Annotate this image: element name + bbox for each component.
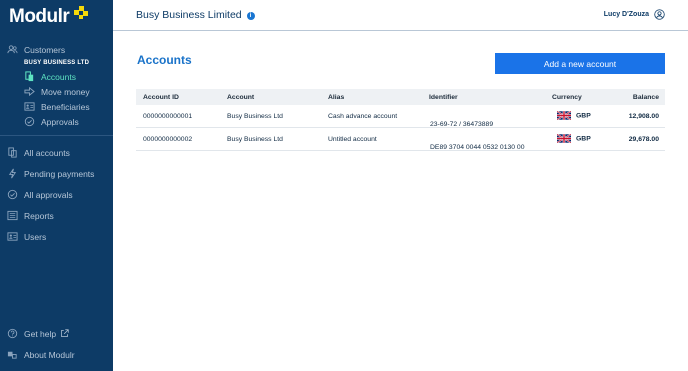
column-header-alias[interactable]: Alias <box>328 94 344 101</box>
sidebar: Modulr Customers BUSY BUSINESS LTD Accou… <box>0 0 113 371</box>
sidebar-bottom: Get help About Modulr <box>0 323 113 371</box>
sidebar-item-label: Accounts <box>41 71 76 82</box>
accounts-icon <box>24 71 35 82</box>
main-content: Busy Business Limited i Lucy D'Zouza Acco… <box>113 0 688 371</box>
sidebar-item-all-approvals[interactable]: All approvals <box>0 184 113 205</box>
sidebar-item-accounts[interactable]: Accounts <box>0 69 113 84</box>
currency-cell: GBP <box>557 111 591 120</box>
table-header: Account ID Account Alias Identifier Curr… <box>136 89 665 105</box>
sidebar-item-label: All approvals <box>24 189 73 200</box>
users-icon <box>7 231 18 242</box>
account-id: 0000000000001 <box>143 113 193 120</box>
sidebar-item-label: Customers <box>24 44 66 55</box>
company-name: Busy Business Limited i <box>136 9 255 21</box>
user-name: Lucy D'Zouza <box>603 11 649 18</box>
company-name-text: Busy Business Limited <box>136 9 242 21</box>
about-icon <box>7 349 18 360</box>
column-header-identifier[interactable]: Identifier <box>429 94 458 101</box>
sidebar-item-label: All accounts <box>24 147 70 158</box>
sidebar-item-label: Beneficiaries <box>41 101 90 112</box>
sidebar-item-users[interactable]: Users <box>0 226 113 247</box>
logo-mark-icon <box>74 6 88 20</box>
column-header-balance[interactable]: Balance <box>633 94 659 101</box>
check-circle-icon <box>7 189 18 200</box>
sidebar-item-reports[interactable]: Reports <box>0 205 113 226</box>
external-link-icon <box>60 329 69 338</box>
account-id: 0000000000002 <box>143 136 193 143</box>
sidebar-item-move-money[interactable]: Move money <box>0 84 113 99</box>
customers-icon <box>7 44 18 55</box>
account-identifier: DE89 3704 0044 0532 0130 00 <box>430 144 525 151</box>
logo-text: Modulr <box>9 5 70 27</box>
lightning-icon <box>7 168 18 179</box>
accounts-icon <box>7 147 18 158</box>
column-header-account[interactable]: Account <box>227 94 254 101</box>
column-header-account-id[interactable]: Account ID <box>143 94 179 101</box>
user-menu[interactable]: Lucy D'Zouza <box>604 9 665 20</box>
account-alias: Cash advance account <box>328 113 398 120</box>
sidebar-item-customers[interactable]: Customers <box>0 42 113 57</box>
sidebar-item-label: Pending payments <box>24 168 95 179</box>
account-balance: 29,678.00 <box>628 136 659 143</box>
sidebar-item-label: Approvals <box>41 116 79 127</box>
account-name: Busy Business Ltd <box>227 136 283 143</box>
beneficiaries-icon <box>24 101 35 112</box>
uk-flag-icon <box>557 134 571 143</box>
account-balance: 12,908.00 <box>628 113 659 120</box>
account-alias: Untitled account <box>328 136 377 143</box>
currency-code: GBP <box>576 112 591 120</box>
sidebar-item-label: About Modulr <box>24 349 75 360</box>
sidebar-item-pending-payments[interactable]: Pending payments <box>0 163 113 184</box>
sidebar-item-all-accounts[interactable]: All accounts <box>0 142 113 163</box>
sidebar-item-get-help[interactable]: Get help <box>0 323 113 344</box>
uk-flag-icon <box>557 111 571 120</box>
account-identifier: 23-69-72 / 36473889 <box>430 121 494 128</box>
sidebar-item-label: Reports <box>24 210 54 221</box>
arrow-right-icon <box>24 86 35 97</box>
top-bar: Busy Business Limited i Lucy D'Zouza <box>113 0 688 31</box>
column-header-currency[interactable]: Currency <box>552 94 582 101</box>
help-icon <box>7 328 18 339</box>
business-name[interactable]: BUSY BUSINESS LTD <box>0 57 113 69</box>
sidebar-item-approvals[interactable]: Approvals <box>0 114 113 129</box>
user-avatar-icon <box>654 9 665 20</box>
modulr-logo[interactable]: Modulr <box>0 0 113 33</box>
check-circle-icon <box>24 116 35 127</box>
account-name: Busy Business Ltd <box>227 113 283 120</box>
sidebar-divider <box>0 135 113 136</box>
reports-icon <box>7 210 18 221</box>
page-title: Accounts <box>137 53 192 67</box>
accounts-table: Account ID Account Alias Identifier Curr… <box>136 89 665 151</box>
currency-cell: GBP <box>557 134 591 143</box>
sidebar-item-label: Get help <box>24 328 57 339</box>
add-account-button[interactable]: Add a new account <box>495 53 665 74</box>
sidebar-item-beneficiaries[interactable]: Beneficiaries <box>0 99 113 114</box>
sidebar-item-label: Users <box>24 231 47 242</box>
table-row[interactable]: 0000000000001 Busy Business Ltd Cash adv… <box>136 105 665 128</box>
sidebar-item-label: Move money <box>41 86 90 97</box>
info-icon[interactable]: i <box>246 12 255 20</box>
currency-code: GBP <box>576 135 591 143</box>
sidebar-item-about-modulr[interactable]: About Modulr <box>0 344 113 365</box>
table-row[interactable]: 0000000000002 Busy Business Ltd Untitled… <box>136 128 665 151</box>
